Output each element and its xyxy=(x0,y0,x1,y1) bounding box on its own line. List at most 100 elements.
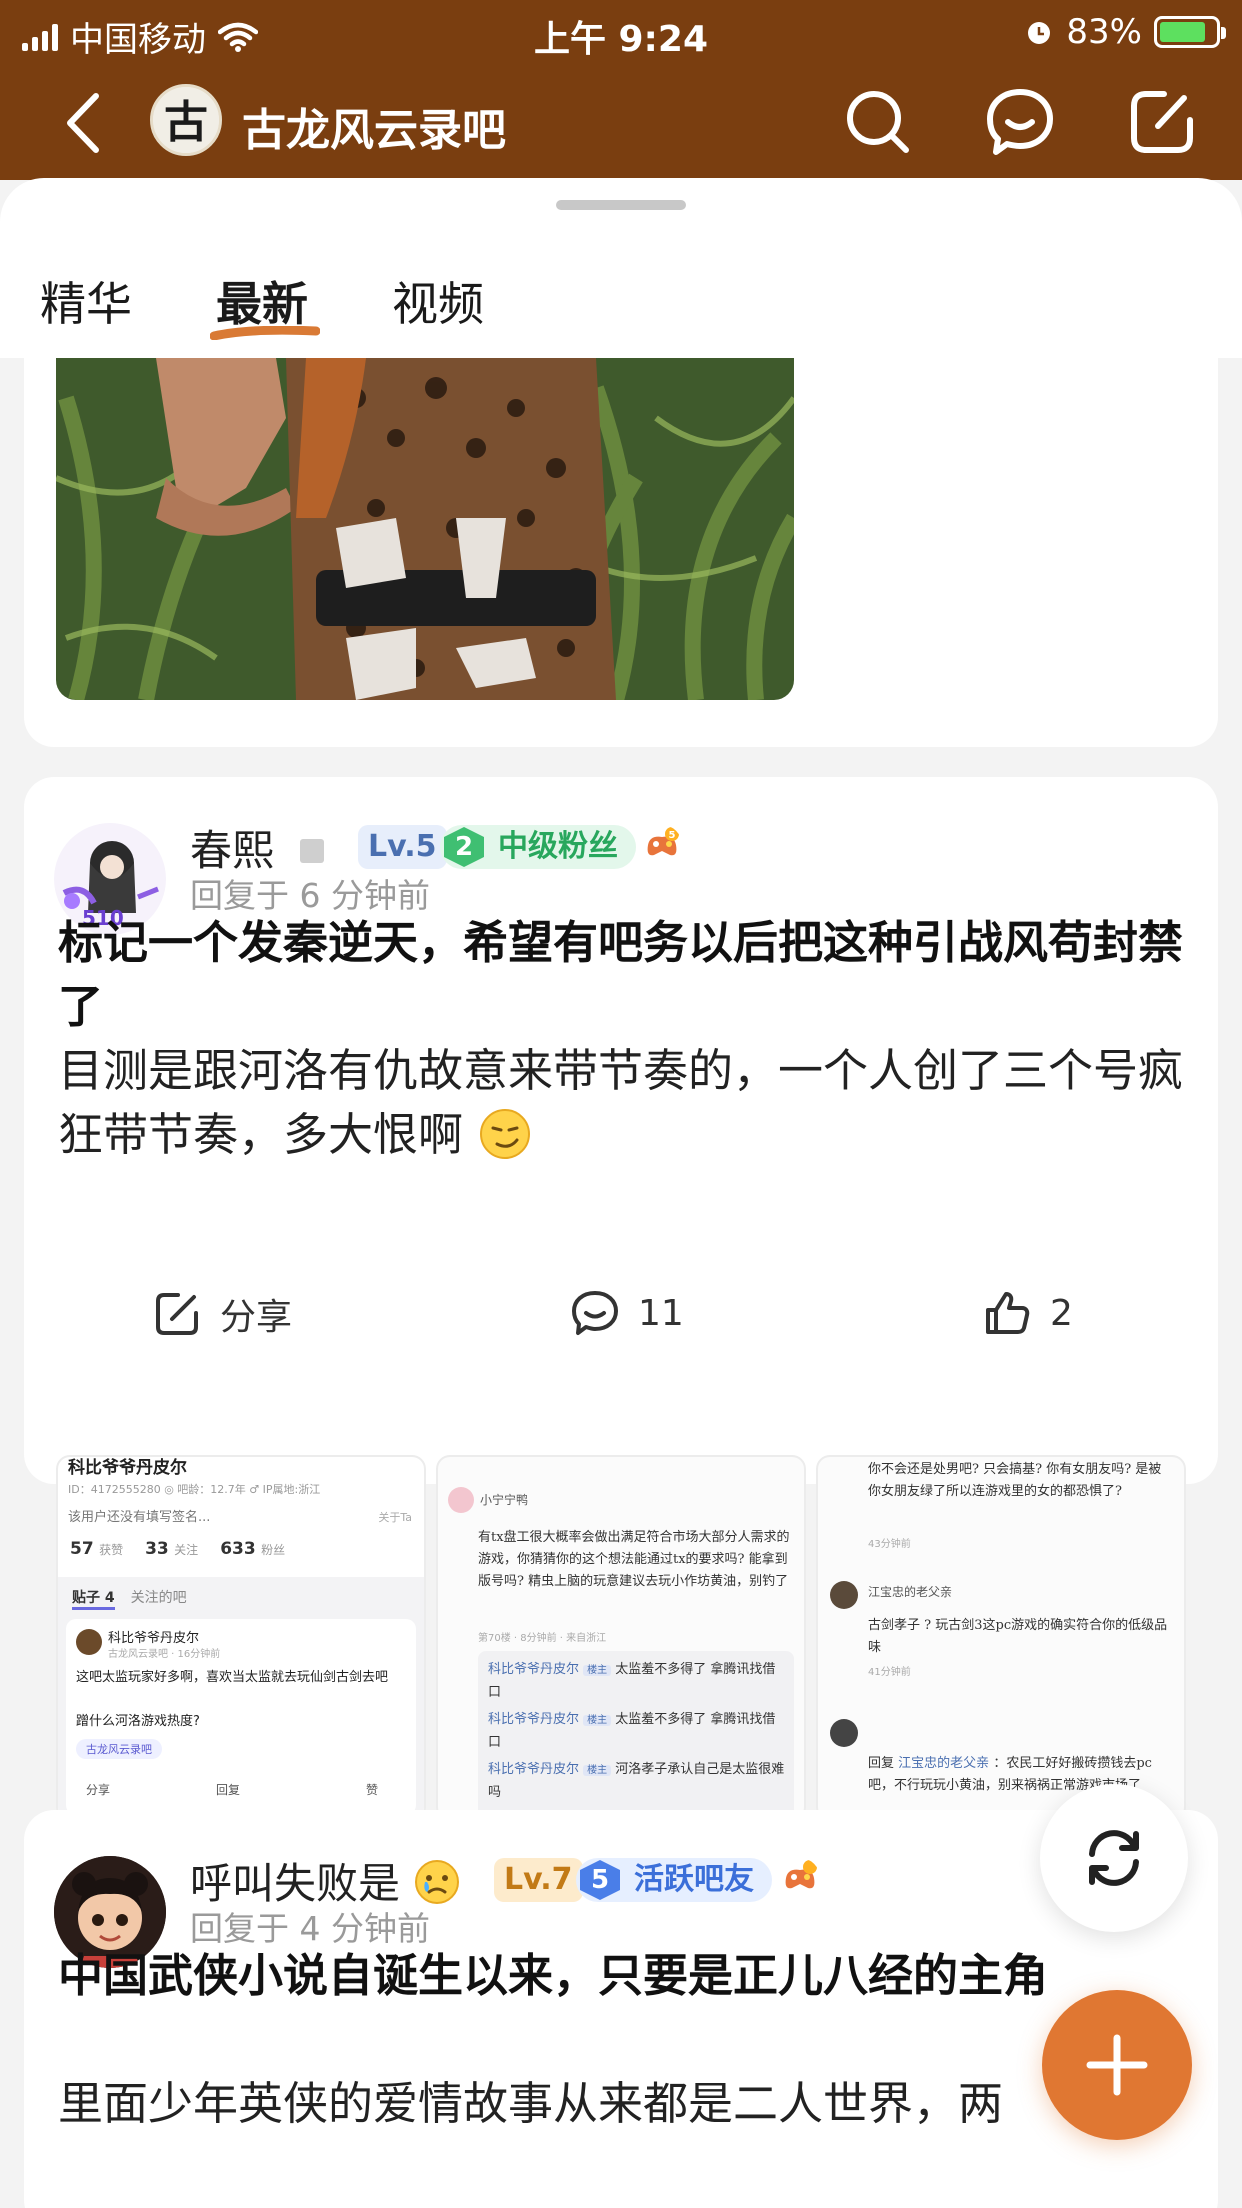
post-body-text: 目测是跟河洛有仇故意来带节奏的，一个人创了三个号疯狂带节奏，多大恨啊 xyxy=(58,1044,1184,1161)
post-image-1[interactable]: 科比爷爷丹皮尔 ID：4172555280 ◎ 吧龄：12.7年 ♂ IP属地:… xyxy=(56,1455,426,1821)
reply-time: 回复于 4 分钟前 xyxy=(190,1909,430,1948)
corn-field-photo xyxy=(56,358,794,700)
back-button[interactable] xyxy=(58,88,108,158)
thumb1-sub-text2: 蹭什么河洛游戏热度? xyxy=(76,1714,200,1729)
post-card[interactable]: 呼叫失败是 Lv.7 5 活跃吧友 回复于 4 分钟前 中国武侠小说自诞生以来，… xyxy=(24,1810,1218,2208)
thumb2-reply-2: 科比爷爷丹皮尔 楼主 太监羞不多得了 拿腾讯找借口 xyxy=(488,1709,788,1754)
new-post-button[interactable] xyxy=(1042,1990,1192,2140)
svg-text:5: 5 xyxy=(669,830,676,841)
thumb1-tab-forums: 关注的吧 xyxy=(130,1590,187,1606)
thumb2-reply-2-tag: 楼主 xyxy=(583,1715,612,1726)
post-card[interactable]: 510 春熙 Lv.5 2 中级粉丝 5 回复于 6 分钟前 标记一个发秦逆天，… xyxy=(24,777,1218,1821)
thumb1-sub-meta: 古龙风云录吧 · 16分钟前 xyxy=(108,1649,221,1660)
thumb1-sub-tag: 古龙风云录吧 xyxy=(76,1739,162,1759)
thumb3-c1-user: 江宝忠的老父亲 xyxy=(868,1585,953,1599)
thumb3-c1-text: 古剑孝子 ? 玩古剑3这pc游戏的确实符合你的低级品味 xyxy=(868,1618,1168,1655)
username-text: 呼叫失败是 xyxy=(190,1859,401,1908)
fan-rank-number: 5 xyxy=(580,1860,620,1900)
thumb1-reply: 回复 xyxy=(216,1783,241,1797)
thumb3-c2-user: 江宝忠的老父亲 xyxy=(898,1756,990,1771)
thumb3-avatar-1 xyxy=(830,1581,858,1609)
search-icon[interactable] xyxy=(840,84,916,160)
thumb1-sub-text: 这吧太监玩家好多啊，喜欢当太监就去玩仙剑古剑去吧 xyxy=(76,1670,389,1685)
tab-video[interactable]: 视频 xyxy=(392,268,484,334)
fan-badge[interactable]: 5 活跃吧友 xyxy=(576,1858,772,1902)
gamepad-icon[interactable] xyxy=(780,1858,820,1898)
thumb3-top-text: 你不会还是处男吧? 只会搞基? 你有女朋友吗? 是被你女朋友绿了所以连游戏里的女… xyxy=(868,1462,1162,1499)
thumb1-likes: 57 xyxy=(70,1539,94,1559)
tab-latest[interactable]: 最新 xyxy=(210,268,320,340)
post-body[interactable]: 里面少年英侠的爱情故事从来都是二人世界，两 xyxy=(58,2072,1198,2136)
top-bar: 中国移动 上午 9:24 83% 古 古龙风云录吧 xyxy=(0,0,1242,180)
tab-featured-label: 精华 xyxy=(40,277,132,331)
forum-logo[interactable]: 古 xyxy=(150,84,222,156)
status-bar: 中国移动 上午 9:24 83% xyxy=(0,0,1242,62)
thumb1-sign: 该用户还没有填写签名... xyxy=(68,1510,211,1525)
share-label: 分享 xyxy=(220,1297,293,1338)
level-badge[interactable]: Lv.7 xyxy=(494,1858,583,1902)
chat-message-icon[interactable] xyxy=(982,84,1058,160)
thumb3-c2-prefix: 回复 xyxy=(868,1756,895,1771)
share-button[interactable]: 分享 xyxy=(152,1288,292,1340)
sheet-grabber[interactable] xyxy=(556,200,686,210)
thumb1-fans-label: 粉丝 xyxy=(261,1543,286,1557)
refresh-button[interactable] xyxy=(1040,1784,1188,1932)
tab-video-label: 视频 xyxy=(392,277,484,331)
tab-latest-label: 最新 xyxy=(216,277,308,331)
level-badge[interactable]: Lv.5 xyxy=(358,825,447,869)
thumb2-reply-1-tag: 楼主 xyxy=(583,1665,612,1676)
thumb1-posts-area: 贴子 4 关注的吧 科比爷爷丹皮尔 古龙风云录吧 · 16分钟前 这吧太监玩家好… xyxy=(58,1577,424,1819)
comment-icon xyxy=(572,1291,618,1335)
thumb1-stats: 57 获赞 33 关注 633 粉丝 xyxy=(70,1539,285,1559)
post-card-partial[interactable] xyxy=(24,358,1218,747)
thumb3-avatar-2 xyxy=(830,1719,858,1747)
thumb2-reply-3: 科比爷爷丹皮尔 楼主 河洛孝子承认自己是太监很难吗 xyxy=(488,1759,788,1804)
thumb2-reply-3-tag: 楼主 xyxy=(583,1765,612,1776)
battery-icon xyxy=(1154,16,1226,48)
crying-emoji-icon xyxy=(415,1860,460,1904)
thumb3-top-meta: 43分钟前 xyxy=(868,1539,911,1550)
thumb2-user: 小宁宁鸭 xyxy=(480,1493,529,1507)
post-image-3[interactable]: 你不会还是处男吧? 只会搞基? 你有女朋友吗? 是被你女朋友绿了所以连游戏里的女… xyxy=(816,1455,1186,1821)
thumb1-tab-row: 贴子 4 关注的吧 xyxy=(72,1587,187,1610)
thumb2-avatar xyxy=(448,1487,474,1513)
alarm-icon xyxy=(1028,22,1051,44)
reply-time: 回复于 6 分钟前 xyxy=(190,876,430,915)
post-title[interactable]: 标记一个发秦逆天，希望有吧务以后把这种引战风苟封禁了 xyxy=(58,911,1188,1039)
like-button[interactable]: 2 xyxy=(982,1288,1073,1338)
thumbs-up-icon xyxy=(986,1292,1030,1334)
forum-logo-text: 古 xyxy=(164,97,208,148)
fan-badge[interactable]: 2 中级粉丝 xyxy=(440,825,636,869)
thumb1-follows-label: 关注 xyxy=(174,1543,199,1557)
battery-percent: 83% xyxy=(1066,12,1142,52)
comment-button[interactable]: 11 xyxy=(570,1288,684,1338)
thumb1-fans: 633 xyxy=(220,1539,256,1559)
thumb2-reply-2-user: 科比爷爷丹皮尔 xyxy=(488,1712,580,1727)
thumb1-sub-user: 科比爷爷丹皮尔 xyxy=(108,1631,200,1646)
post-photo[interactable] xyxy=(56,358,794,700)
gamepad-icon[interactable]: 5 xyxy=(642,825,682,865)
post-images: 科比爷爷丹皮尔 ID：4172555280 ◎ 吧龄：12.7年 ♂ IP属地:… xyxy=(56,1455,1186,1821)
forum-title[interactable]: 古龙风云录吧 xyxy=(242,94,506,158)
post-image-2[interactable]: 小宁宁鸭 有tx盘工很大概率会做出满足符合市场大部分人需求的游戏，你猜猜你的这个… xyxy=(436,1455,806,1821)
thumb2-reply-1-user: 科比爷爷丹皮尔 xyxy=(488,1662,580,1677)
compose-post-icon[interactable] xyxy=(1124,84,1200,160)
share-icon xyxy=(156,1293,198,1335)
thumb1-sub-avatar xyxy=(76,1629,102,1655)
tab-featured[interactable]: 精华 xyxy=(40,268,132,334)
post-body[interactable]: 目测是跟河洛有仇故意来带节奏的，一个人创了三个号疯狂带节奏，多大恨啊 xyxy=(58,1039,1188,1167)
plus-icon xyxy=(1086,2034,1148,2096)
post-title[interactable]: 中国武侠小说自诞生以来，只要是正儿八经的主角 xyxy=(58,1944,1188,2008)
fan-rank-number: 2 xyxy=(444,827,484,867)
user-icon-square xyxy=(300,839,324,863)
like-count: 2 xyxy=(1050,1292,1073,1334)
smirk-emoji-icon xyxy=(480,1109,531,1159)
thumb1-sign-link: 关于Ta xyxy=(378,1511,412,1524)
thumb3-c1-meta: 41分钟前 xyxy=(868,1667,911,1678)
thumb1-follows: 33 xyxy=(145,1539,169,1559)
thumb2-reply-3-user: 科比爷爷丹皮尔 xyxy=(488,1762,580,1777)
refresh-icon xyxy=(1089,1830,1139,1886)
thumb1-likes-label: 获赞 xyxy=(99,1543,124,1557)
thumb1-id-line: ID：4172555280 ◎ 吧龄：12.7年 ♂ IP属地:浙江 xyxy=(68,1483,321,1496)
thumb2-replies: 科比爷爷丹皮尔 楼主 太监羞不多得了 拿腾讯找借口 科比爷爷丹皮尔 楼主 太监羞… xyxy=(478,1651,794,1819)
